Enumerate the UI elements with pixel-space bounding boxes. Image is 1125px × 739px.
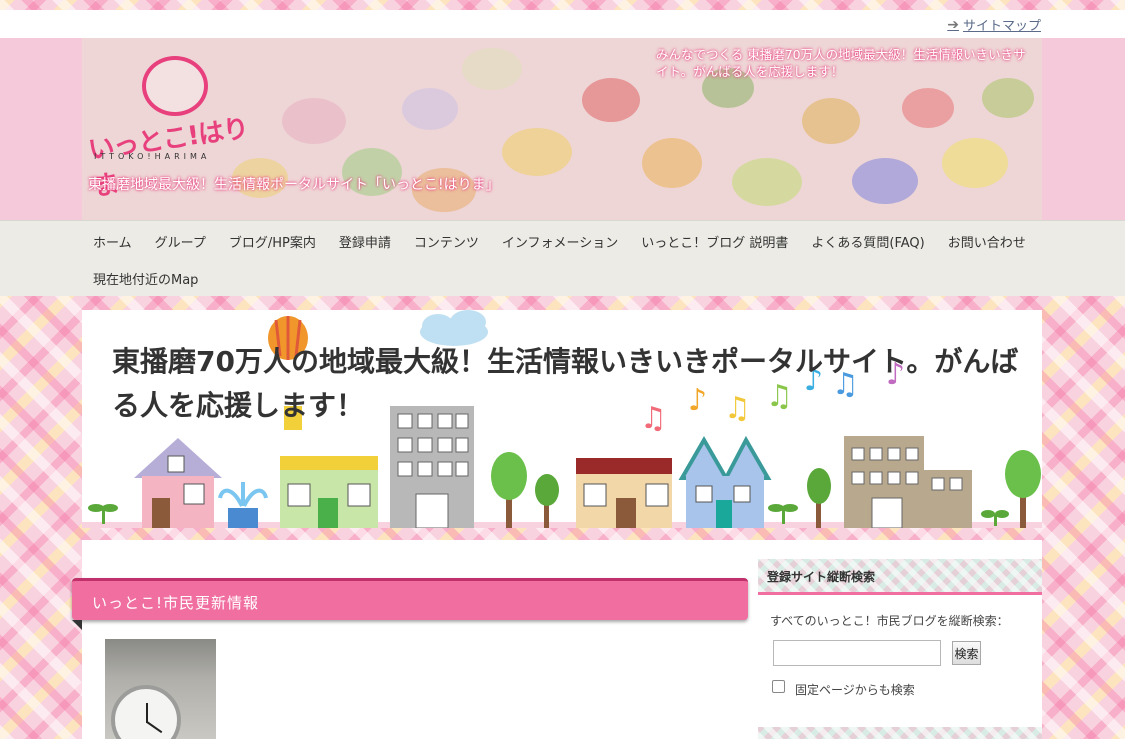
house-icon bbox=[134, 438, 222, 528]
header-banner[interactable]: いっとこ!はりま ITTOKO!HARIMA 東播磨地域最大級！生活情報ポータル… bbox=[82, 38, 1042, 220]
arrow-right-icon: ➔ bbox=[947, 16, 959, 33]
background-plaid-top bbox=[0, 0, 1125, 10]
search-widget-header: 登録サイト縦断検索 bbox=[758, 559, 1042, 595]
speech-bubble-icon bbox=[142, 56, 208, 116]
nav-item-home[interactable]: ホーム bbox=[82, 221, 144, 258]
section-header: いっとこ!市民更新情報 bbox=[72, 578, 748, 630]
nav-item-contact[interactable]: お問い合わせ bbox=[937, 221, 1038, 258]
sitemap-link[interactable]: ➔ サイトマップ bbox=[947, 15, 1041, 35]
shop-icon bbox=[576, 458, 672, 528]
house-icon bbox=[678, 435, 772, 528]
hero-banner: ♫ ♪ ♫ ♫ ♪ ♫ ♪ 東播磨70万人の地域最大級！生活情報いきいきポータル… bbox=[82, 310, 1042, 528]
top-bar: ➔ サイトマップ bbox=[0, 10, 1125, 38]
nav-item-contents[interactable]: コンテンツ bbox=[403, 221, 491, 258]
include-pages-checkbox[interactable] bbox=[772, 680, 785, 693]
search-widget-title: 登録サイト縦断検索 bbox=[767, 570, 876, 584]
nav-item-information[interactable]: インフォメーション bbox=[491, 221, 630, 258]
site-subtitle: 東播磨地域最大級！生活情報ポータルサイト「いっとこ!はりま」 bbox=[88, 177, 500, 193]
nav-item-faq[interactable]: よくある質問(FAQ) bbox=[800, 221, 936, 258]
building-icon bbox=[844, 436, 972, 528]
logo-subtext: ITTOKO!HARIMA bbox=[94, 152, 211, 161]
post-thumbnail[interactable] bbox=[105, 639, 216, 739]
nav-item-blog-hp[interactable]: ブログ/HP案内 bbox=[218, 221, 328, 258]
search-button[interactable]: 検索 bbox=[952, 641, 981, 665]
hero-title: 東播磨70万人の地域最大級！生活情報いきいきポータルサイト。がんばる人を応援しま… bbox=[112, 345, 1019, 422]
search-widget-description: すべてのいっとこ！市民ブログを縦断検索： bbox=[770, 614, 1009, 628]
site-catchphrase: みんなでつくる 東播磨70万人の地域最大級！生活情報いきいきサイト。がんばる人を… bbox=[656, 47, 1026, 79]
include-pages-label: 固定ページからも検索 bbox=[795, 683, 915, 697]
main-nav: ホーム グループ ブログ/HP案内 登録申請 コンテンツ インフォメーション い… bbox=[0, 220, 1125, 296]
next-widget-header bbox=[758, 727, 1042, 739]
section-title: いっとこ!市民更新情報 bbox=[92, 594, 260, 612]
nav-item-map[interactable]: 現在地付近のMap bbox=[82, 258, 210, 295]
nav-item-register[interactable]: 登録申請 bbox=[328, 221, 403, 258]
nav-item-group[interactable]: グループ bbox=[144, 221, 218, 258]
fountain-icon bbox=[218, 482, 268, 528]
search-input[interactable] bbox=[773, 640, 941, 666]
sitemap-label: サイトマップ bbox=[962, 19, 1041, 34]
clock-image bbox=[111, 685, 181, 739]
nav-item-blog-guide[interactable]: いっとこ！ブログ 説明書 bbox=[630, 221, 800, 258]
ribbon-fold bbox=[72, 620, 82, 630]
shop-icon bbox=[280, 456, 378, 528]
